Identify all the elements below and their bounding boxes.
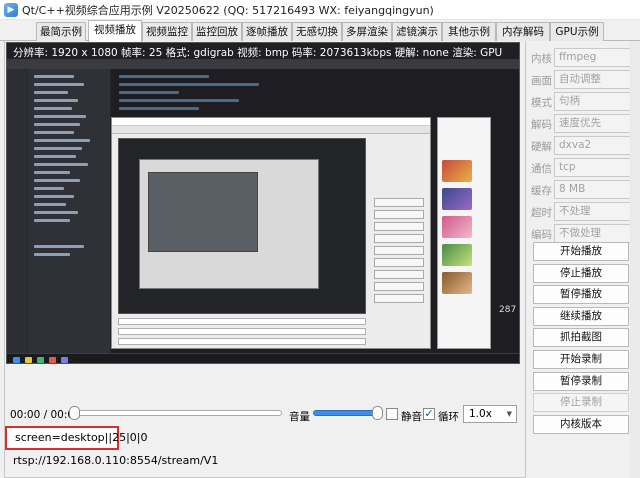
- file-thumbnail-panel: [437, 117, 491, 349]
- tab-video-play[interactable]: 视频播放: [88, 20, 142, 42]
- video-status-text: 287 状态: scree: [499, 305, 519, 315]
- hwdecode-value: dxva2: [559, 139, 592, 151]
- recursive-window: [139, 159, 319, 289]
- pause-play-button[interactable]: 暂停播放: [533, 285, 629, 304]
- title-bar: ▶ Qt/C++视频综合应用示例 V20250622 (QQ: 51721649…: [0, 0, 640, 20]
- loop-checkbox[interactable]: ✓: [423, 408, 435, 420]
- setting-label: 通信: [531, 163, 552, 175]
- kernel-value: ffmpeg: [559, 51, 597, 63]
- setting-label: 模式: [531, 97, 552, 109]
- tab-seamless-switch[interactable]: 无感切换: [292, 22, 342, 41]
- mute-label: 静音: [401, 411, 422, 423]
- loop-label: 循环: [438, 411, 459, 423]
- tab-gpu-example[interactable]: GPU示例: [550, 22, 604, 41]
- time-separator: /: [43, 409, 48, 421]
- stop-record-button[interactable]: 停止录制: [533, 393, 629, 412]
- time-current: 00:00: [10, 409, 41, 421]
- kernel-select[interactable]: ffmpeg▼: [554, 48, 640, 67]
- captured-desktop: [7, 59, 519, 363]
- setting-label: 超时: [531, 207, 552, 219]
- decode-select[interactable]: 速度优先▼: [554, 114, 640, 133]
- resume-play-button[interactable]: 继续播放: [533, 307, 629, 326]
- video-app-icon: ▶: [4, 2, 18, 17]
- url-input[interactable]: rtsp://192.168.0.110:8554/stream/V1: [5, 452, 519, 472]
- mode-select[interactable]: 句柄▼: [554, 92, 640, 111]
- tab-simplest[interactable]: 最简示例: [36, 22, 86, 41]
- speed-value: 1.0x: [469, 408, 492, 420]
- screen-source-input[interactable]: screen=desktop||25|0|0: [5, 426, 147, 450]
- encode-value: 不做处理: [559, 227, 601, 239]
- tab-monitor-playback[interactable]: 监控回放: [192, 22, 242, 41]
- tab-filter-demo[interactable]: 滤镜演示: [392, 22, 442, 41]
- progress-slider[interactable]: [76, 410, 282, 416]
- speed-select[interactable]: 1.0x ▼: [463, 405, 517, 423]
- checkmark-icon: ✓: [424, 407, 434, 420]
- volume-handle[interactable]: [372, 406, 383, 420]
- decode-value: 速度优先: [559, 117, 601, 129]
- window-title: Qt/C++视频综合应用示例 V20250622 (QQ: 517216493 …: [22, 3, 434, 17]
- tab-video-monitor[interactable]: 视频监控: [142, 22, 192, 41]
- ide-menubar: [7, 59, 519, 69]
- tab-frame-step[interactable]: 逐帧播放: [242, 22, 292, 41]
- kernel-version-button[interactable]: 内核版本: [533, 415, 629, 434]
- tab-memory-decode[interactable]: 内存解码: [496, 22, 550, 41]
- mute-checkbox[interactable]: [386, 408, 398, 420]
- tab-other-examples[interactable]: 其他示例: [442, 22, 496, 41]
- timeout-select[interactable]: 不处理▼: [554, 202, 640, 221]
- timeout-value: 不处理: [559, 205, 591, 217]
- picture-value: 自动调整: [559, 73, 601, 85]
- transport-value: tcp: [559, 161, 576, 173]
- start-play-button[interactable]: 开始播放: [533, 242, 629, 261]
- setting-label: 内核: [531, 53, 552, 65]
- start-record-button[interactable]: 开始录制: [533, 350, 629, 369]
- video-osd-info: 分辨率: 1920 x 1080 帧率: 25 格式: gdigrab 视频: …: [13, 47, 503, 59]
- encode-select[interactable]: 不做处理▼: [554, 224, 640, 243]
- hwdecode-select[interactable]: dxva2▼: [554, 136, 640, 155]
- stop-play-button[interactable]: 停止播放: [533, 264, 629, 283]
- progress-handle[interactable]: [69, 406, 80, 420]
- ide-project-tree: [28, 69, 110, 355]
- cache-value: 8 MB: [559, 183, 586, 195]
- chevron-down-icon: ▼: [506, 410, 512, 418]
- volume-slider[interactable]: [313, 410, 379, 416]
- setting-label: 缓存: [531, 185, 552, 197]
- volume-label: 音量: [289, 411, 310, 423]
- nested-video-area: [118, 138, 366, 314]
- tab-multi-render[interactable]: 多屏渲染: [342, 22, 392, 41]
- right-scrollbar[interactable]: [630, 41, 640, 478]
- picture-select[interactable]: 自动调整▼: [554, 70, 640, 89]
- snapshot-button[interactable]: 抓拍截图: [533, 328, 629, 347]
- captured-taskbar: [7, 353, 519, 363]
- ide-sidebar: [7, 69, 27, 355]
- transport-select[interactable]: tcp▼: [554, 158, 640, 177]
- pause-record-button[interactable]: 暂停录制: [533, 372, 629, 391]
- video-display[interactable]: 分辨率: 1920 x 1080 帧率: 25 格式: gdigrab 视频: …: [6, 42, 520, 364]
- setting-label: 编码: [531, 229, 552, 241]
- cache-select[interactable]: 8 MB▼: [554, 180, 640, 199]
- setting-label: 解码: [531, 119, 552, 131]
- nested-app-window: [111, 117, 431, 349]
- tab-bar: 最简示例 视频播放 视频监控 监控回放 逐帧播放 无感切换 多屏渲染 滤镜演示 …: [0, 20, 640, 42]
- setting-label: 画面: [531, 75, 552, 87]
- mode-value: 句柄: [559, 95, 580, 107]
- setting-label: 硬解: [531, 141, 552, 153]
